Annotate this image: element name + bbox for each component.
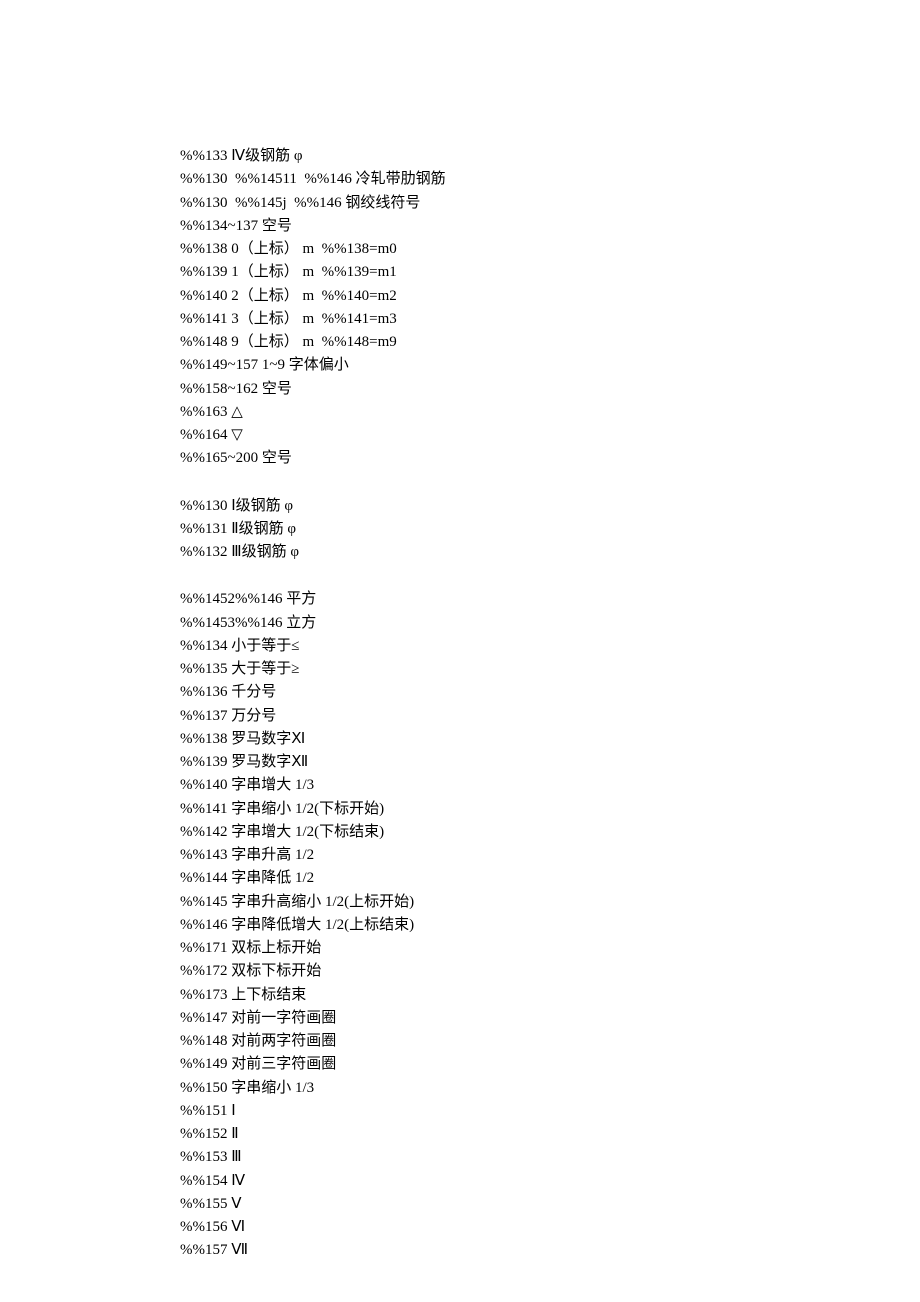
text-line: %%172 双标下标开始 bbox=[180, 960, 920, 983]
text-line: %%136 千分号 bbox=[180, 681, 920, 704]
text-line: %%163 △ bbox=[180, 401, 920, 424]
text-line: %%144 字串降低 1/2 bbox=[180, 867, 920, 890]
text-line: %%142 字串增大 1/2(下标结束) bbox=[180, 821, 920, 844]
text-line: %%134 小于等于≤ bbox=[180, 635, 920, 658]
text-line: %%149 对前三字符画圈 bbox=[180, 1053, 920, 1076]
text-line: %%148 9（上标） m %%148=m9 bbox=[180, 331, 920, 354]
text-line: %%149~157 1~9 字体偏小 bbox=[180, 354, 920, 377]
text-line: %%141 字串缩小 1/2(下标开始) bbox=[180, 798, 920, 821]
text-line: %%140 2（上标） m %%140=m2 bbox=[180, 285, 920, 308]
text-line: %%131 Ⅱ级钢筋 φ bbox=[180, 518, 920, 541]
text-line: %%165~200 空号 bbox=[180, 447, 920, 470]
text-line: %%141 3（上标） m %%141=m3 bbox=[180, 308, 920, 331]
text-line: %%1453%%146 立方 bbox=[180, 612, 920, 635]
document-content: %%133 Ⅳ级钢筋 φ%%130 %%14511 %%146 冷轧带肋钢筋%%… bbox=[180, 145, 920, 1263]
text-line: %%1452%%146 平方 bbox=[180, 588, 920, 611]
text-line: %%140 字串增大 1/3 bbox=[180, 774, 920, 797]
text-line: %%164 ▽ bbox=[180, 424, 920, 447]
text-line: %%173 上下标结束 bbox=[180, 984, 920, 1007]
text-line: %%152 Ⅱ bbox=[180, 1123, 920, 1146]
text-line: %%153 Ⅲ bbox=[180, 1146, 920, 1169]
document-page: %%133 Ⅳ级钢筋 φ%%130 %%14511 %%146 冷轧带肋钢筋%%… bbox=[0, 0, 920, 1302]
text-line: %%134~137 空号 bbox=[180, 215, 920, 238]
text-line: %%151 Ⅰ bbox=[180, 1100, 920, 1123]
text-line: %%146 字串降低增大 1/2(上标结束) bbox=[180, 914, 920, 937]
text-line: %%145 字串升高缩小 1/2(上标开始) bbox=[180, 891, 920, 914]
text-line: %%148 对前两字符画圈 bbox=[180, 1030, 920, 1053]
text-line: %%130 %%14511 %%146 冷轧带肋钢筋 bbox=[180, 168, 920, 191]
text-line: %%150 字串缩小 1/3 bbox=[180, 1077, 920, 1100]
text-line: %%130 %%145j %%146 钢绞线符号 bbox=[180, 192, 920, 215]
text-line: %%139 罗马数字Ⅻ bbox=[180, 751, 920, 774]
text-line: %%132 Ⅲ级钢筋 φ bbox=[180, 541, 920, 564]
text-line: %%135 大于等于≥ bbox=[180, 658, 920, 681]
text-line: %%171 双标上标开始 bbox=[180, 937, 920, 960]
text-line: %%137 万分号 bbox=[180, 705, 920, 728]
text-line: %%158~162 空号 bbox=[180, 378, 920, 401]
text-line: %%147 对前一字符画圈 bbox=[180, 1007, 920, 1030]
text-line: %%154 Ⅳ bbox=[180, 1170, 920, 1193]
text-line: %%156 Ⅵ bbox=[180, 1216, 920, 1239]
text-line: %%143 字串升高 1/2 bbox=[180, 844, 920, 867]
text-line: %%155 Ⅴ bbox=[180, 1193, 920, 1216]
blank-line bbox=[180, 564, 920, 588]
text-line: %%157 Ⅶ bbox=[180, 1239, 920, 1262]
text-line: %%138 0（上标） m %%138=m0 bbox=[180, 238, 920, 261]
text-line: %%139 1（上标） m %%139=m1 bbox=[180, 261, 920, 284]
blank-line bbox=[180, 471, 920, 495]
text-line: %%138 罗马数字Ⅺ bbox=[180, 728, 920, 751]
text-line: %%130 Ⅰ级钢筋 φ bbox=[180, 495, 920, 518]
text-line: %%133 Ⅳ级钢筋 φ bbox=[180, 145, 920, 168]
